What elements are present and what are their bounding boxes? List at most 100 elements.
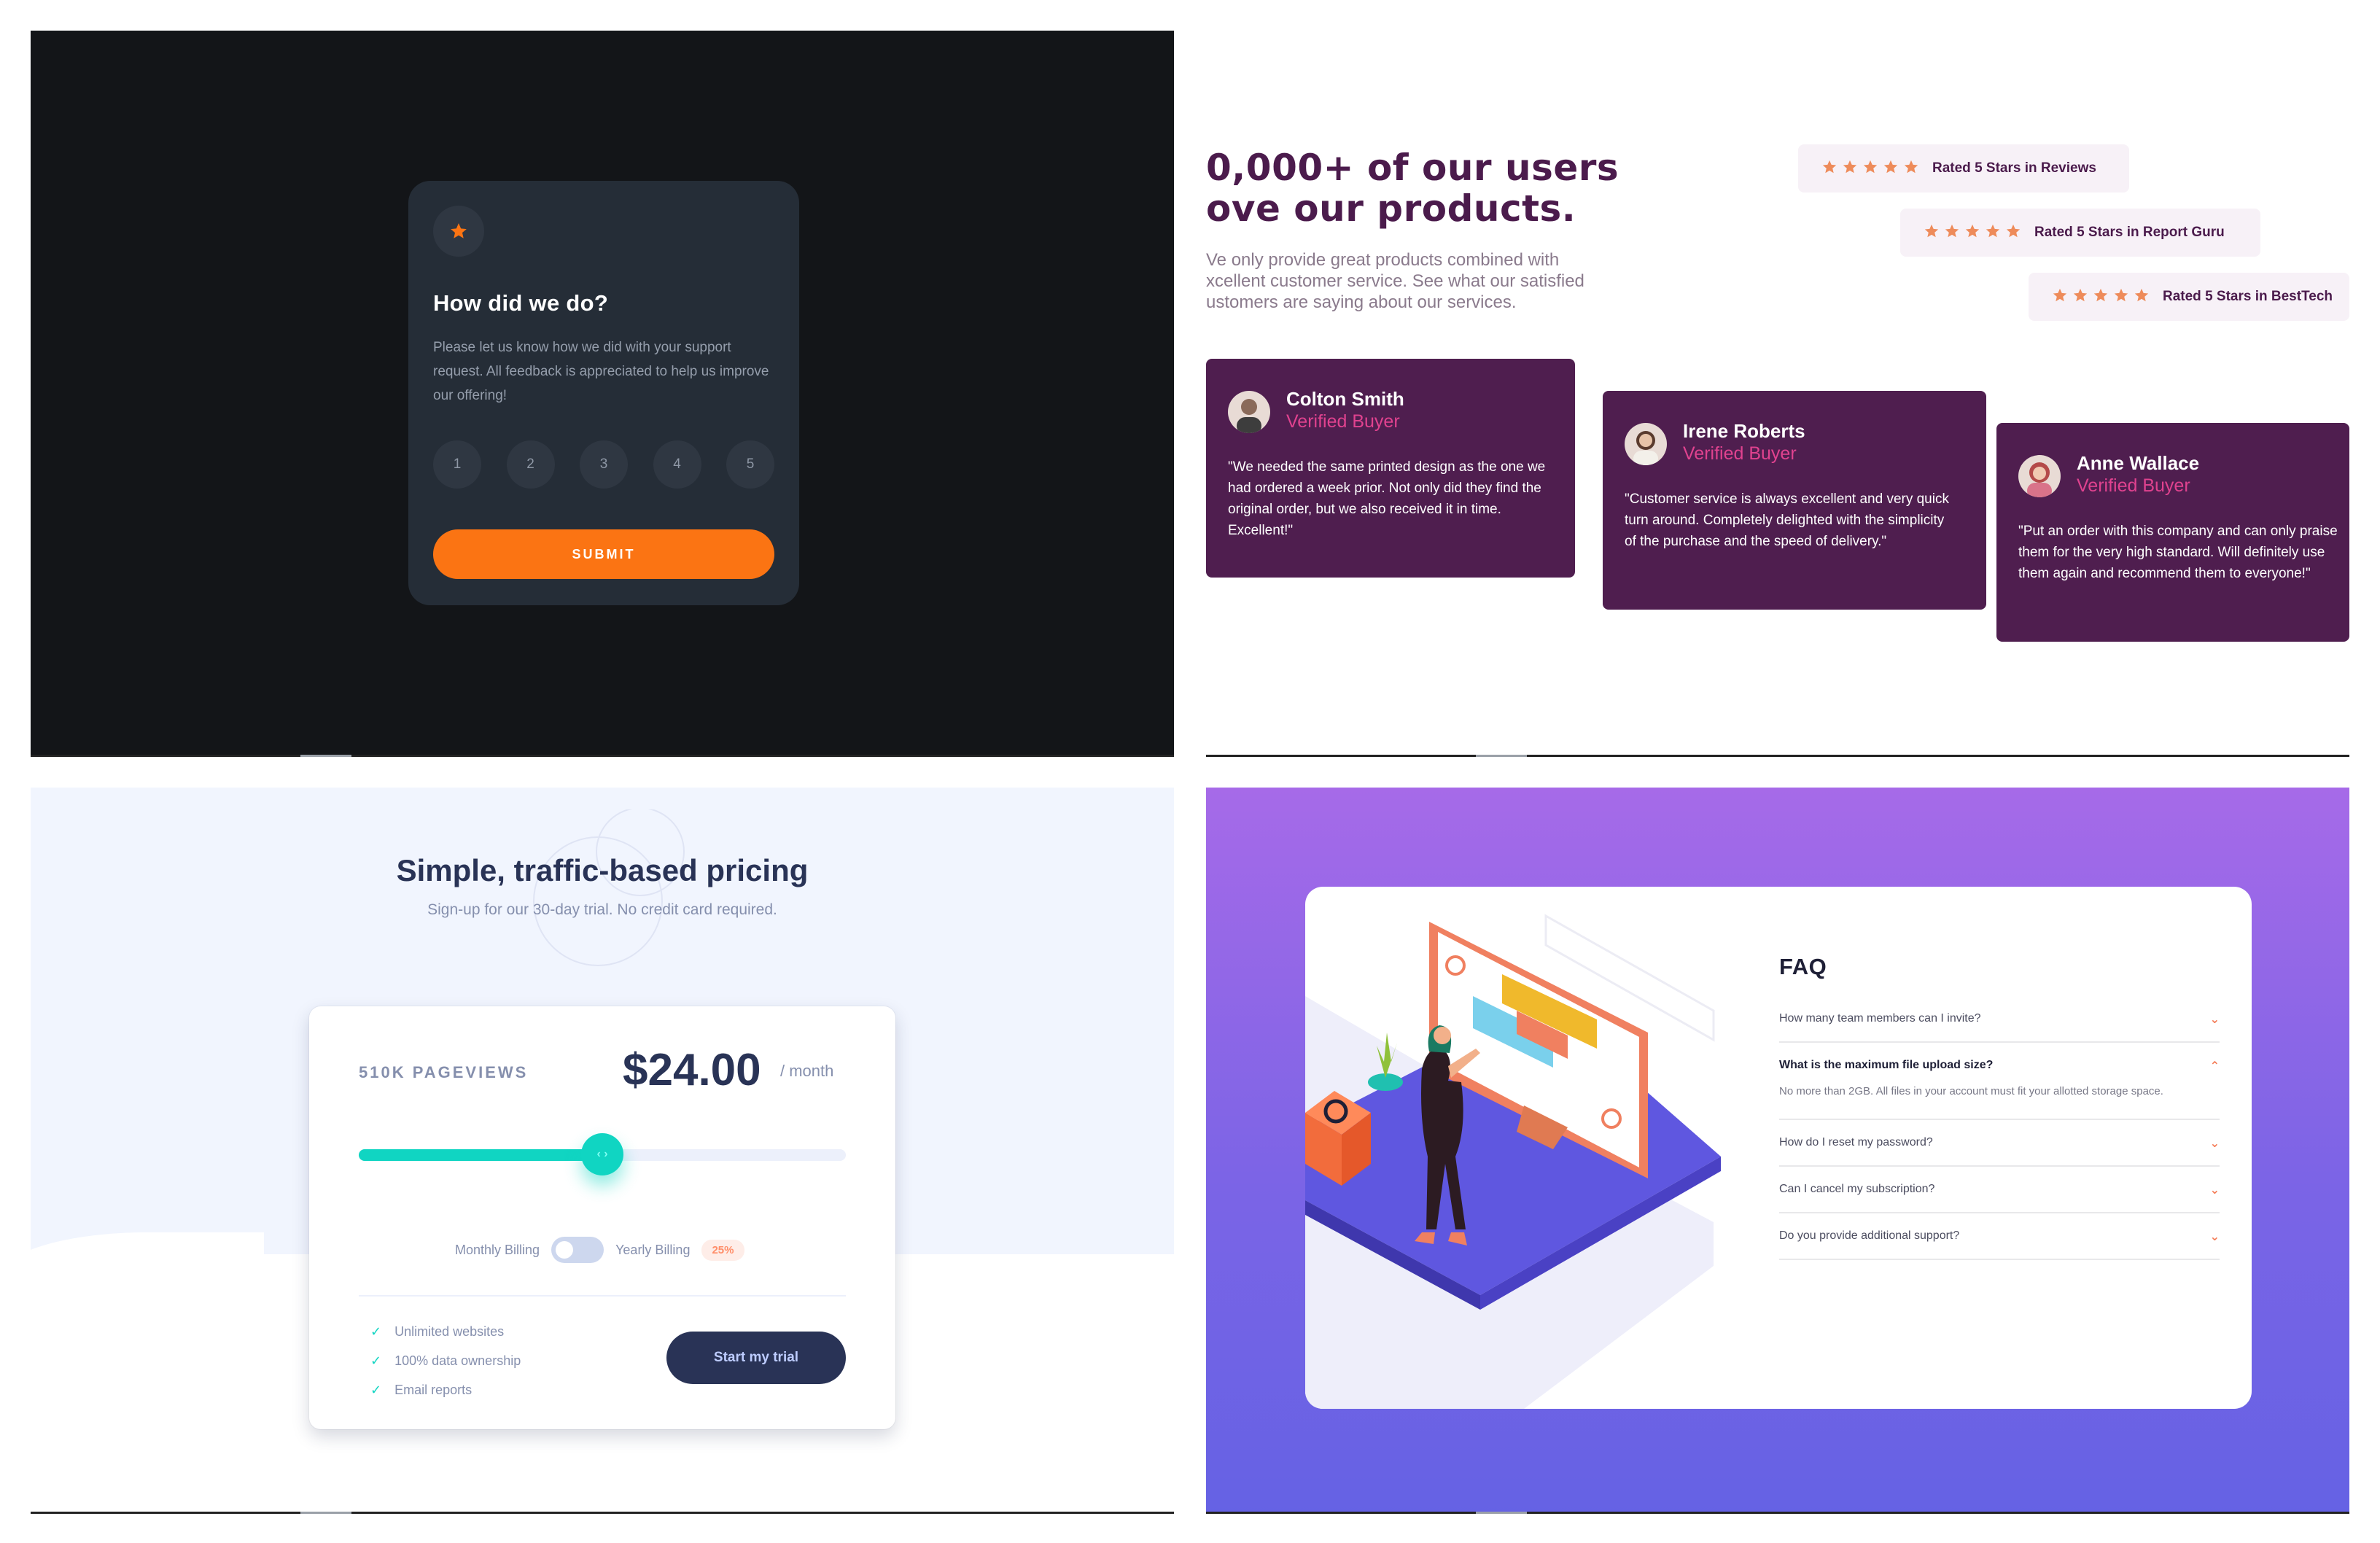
testimonial-quote: "We needed the same printed design as th…: [1228, 459, 1546, 538]
faq-item[interactable]: How do I reset my password? ⌄: [1779, 1120, 2220, 1167]
testimonial-verified: Verified Buyer: [1683, 443, 1797, 464]
rating-badge-report-guru: Rated 5 Stars in Report Guru: [1900, 209, 2260, 257]
faq-list: How many team members can I invite? ⌄ Wh…: [1779, 996, 2220, 1260]
divider: [359, 1295, 846, 1297]
rating-badge-besttech: Rated 5 Stars in BestTech: [2029, 273, 2349, 321]
chevron-down-icon[interactable]: ⌄: [2210, 1136, 2220, 1151]
badge-label: Rated 5 Stars in Report Guru: [2034, 225, 2225, 240]
divider: [31, 755, 1174, 757]
star-icon: [1985, 223, 2001, 243]
list-item: ✓ 100% data ownership: [370, 1346, 521, 1375]
submit-button[interactable]: SUBMIT: [433, 529, 774, 579]
testimonial-name: Irene Roberts: [1683, 420, 1805, 442]
avatar: [2018, 455, 2061, 497]
rating-option-4[interactable]: 4: [653, 440, 701, 489]
divider: [1206, 1512, 2349, 1514]
social-proof-panel: 0,000+ of our users ove our products. Ve…: [1206, 31, 2349, 757]
star-badge: [433, 206, 484, 257]
rating-options: 1 2 3 4 5: [433, 440, 774, 489]
chevron-down-icon[interactable]: ⌄: [2210, 1183, 2220, 1197]
check-icon: ✓: [370, 1324, 382, 1339]
pricing-subtitle: Sign-up for our 30-day trial. No credit …: [427, 901, 777, 918]
yearly-billing-label: Yearly Billing: [615, 1242, 691, 1257]
badge-label: Rated 5 Stars in Reviews: [1932, 160, 2096, 176]
monthly-billing-label: Monthly Billing: [455, 1242, 540, 1257]
avatar: [1228, 391, 1270, 433]
faq-item[interactable]: What is the maximum file upload size? ⌃ …: [1779, 1043, 2220, 1120]
pricing-panel: Simple, traffic-based pricing Sign-up fo…: [31, 788, 1174, 1514]
star-icon: [2052, 287, 2068, 307]
testimonial-quote: "Put an order with this company and can …: [2018, 524, 2338, 581]
rating-option-5[interactable]: 5: [726, 440, 774, 489]
slider-thumb[interactable]: ‹ ›: [581, 1133, 623, 1175]
star-icon: [2093, 287, 2109, 307]
star-icon: [1821, 159, 1838, 179]
rating-panel: How did we do? Please let us know how we…: [31, 31, 1174, 757]
star-icon: [2005, 223, 2021, 243]
testimonial-quote: "Customer service is always excellent an…: [1625, 491, 1949, 549]
social-proof-heading: 0,000+ of our users ove our products.: [1206, 147, 1619, 230]
price-period: / month: [780, 1062, 834, 1080]
pageviews-label: 510K PAGEVIEWS: [359, 1063, 529, 1081]
billing-toggle-row: Monthly Billing Yearly Billing 25%: [455, 1237, 744, 1263]
rating-option-3[interactable]: 3: [580, 440, 628, 489]
faq-card: FAQ How many team members can I invite? …: [1305, 887, 2252, 1409]
badge-label: Rated 5 Stars in BestTech: [2163, 289, 2333, 304]
testimonial-verified: Verified Buyer: [1286, 411, 1400, 432]
rating-title: How did we do?: [433, 290, 609, 316]
slider-fill: [359, 1149, 602, 1161]
check-icon: ✓: [370, 1383, 382, 1397]
testimonial-card: Colton Smith Verified Buyer "We needed t…: [1206, 359, 1575, 578]
testimonial-verified: Verified Buyer: [2077, 475, 2190, 496]
faq-question[interactable]: How many team members can I invite?: [1779, 996, 2220, 1041]
faq-panel: FAQ How many team members can I invite? …: [1206, 788, 2349, 1514]
star-icon: [1862, 159, 1878, 179]
check-icon: ✓: [370, 1353, 382, 1368]
faq-item[interactable]: How many team members can I invite? ⌄: [1779, 996, 2220, 1043]
chevron-up-icon[interactable]: ⌃: [2210, 1059, 2220, 1073]
woman-online-illustration-icon: [1305, 914, 1721, 1409]
star-icon: [1842, 159, 1858, 179]
rating-badge-reviews: Rated 5 Stars in Reviews: [1798, 144, 2129, 193]
pageviews-slider[interactable]: ‹ ›: [359, 1133, 846, 1175]
list-item: ✓ Email reports: [370, 1375, 521, 1404]
faq-item[interactable]: Can I cancel my subscription? ⌄: [1779, 1167, 2220, 1213]
divider: [1206, 755, 2349, 757]
five-stars-icon: [1821, 159, 1919, 179]
star-icon: [1944, 223, 1960, 243]
testimonial-name: Colton Smith: [1286, 388, 1404, 410]
testimonial-card: Irene Roberts Verified Buyer "Customer s…: [1603, 391, 1986, 610]
star-icon: [1903, 159, 1919, 179]
rating-option-1[interactable]: 1: [433, 440, 481, 489]
rating-option-2[interactable]: 2: [506, 440, 555, 489]
chevron-down-icon[interactable]: ⌄: [2210, 1012, 2220, 1027]
star-icon: [1883, 159, 1899, 179]
social-proof-subtitle: Ve only provide great products combined …: [1206, 250, 1584, 312]
discount-badge: 25%: [701, 1239, 744, 1261]
star-icon: [1924, 223, 1940, 243]
faq-question[interactable]: Do you provide additional support?: [1779, 1213, 2220, 1259]
faq-question[interactable]: Can I cancel my subscription?: [1779, 1167, 2220, 1212]
list-item: ✓ Unlimited websites: [370, 1317, 521, 1346]
toggle-knob: [556, 1241, 574, 1259]
star-icon: [451, 223, 467, 238]
faq-item[interactable]: Do you provide additional support? ⌄: [1779, 1213, 2220, 1260]
five-stars-icon: [2052, 287, 2150, 307]
chevron-down-icon[interactable]: ⌄: [2210, 1229, 2220, 1244]
rating-description: Please let us know how we did with your …: [433, 340, 769, 403]
five-stars-icon: [1924, 223, 2021, 243]
testimonial-card: Anne Wallace Verified Buyer "Put an orde…: [1996, 423, 2349, 642]
feature-list: ✓ Unlimited websites ✓ 100% data ownership…: [370, 1317, 521, 1404]
star-icon: [2134, 287, 2150, 307]
faq-title: FAQ: [1779, 954, 1827, 979]
faq-question[interactable]: How do I reset my password?: [1779, 1120, 2220, 1165]
background-curve: [31, 1232, 264, 1291]
divider: [31, 1512, 1174, 1514]
billing-toggle[interactable]: [551, 1237, 604, 1263]
testimonial-name: Anne Wallace: [2077, 452, 2200, 474]
star-icon: [1964, 223, 1980, 243]
slider-arrows-icon: ‹ ›: [596, 1148, 608, 1160]
pricing-card: 510K PAGEVIEWS $24.00 / month ‹ › Monthl…: [309, 1006, 895, 1429]
start-trial-button[interactable]: Start my trial: [666, 1332, 846, 1384]
faq-question[interactable]: What is the maximum file upload size?: [1779, 1043, 2220, 1084]
